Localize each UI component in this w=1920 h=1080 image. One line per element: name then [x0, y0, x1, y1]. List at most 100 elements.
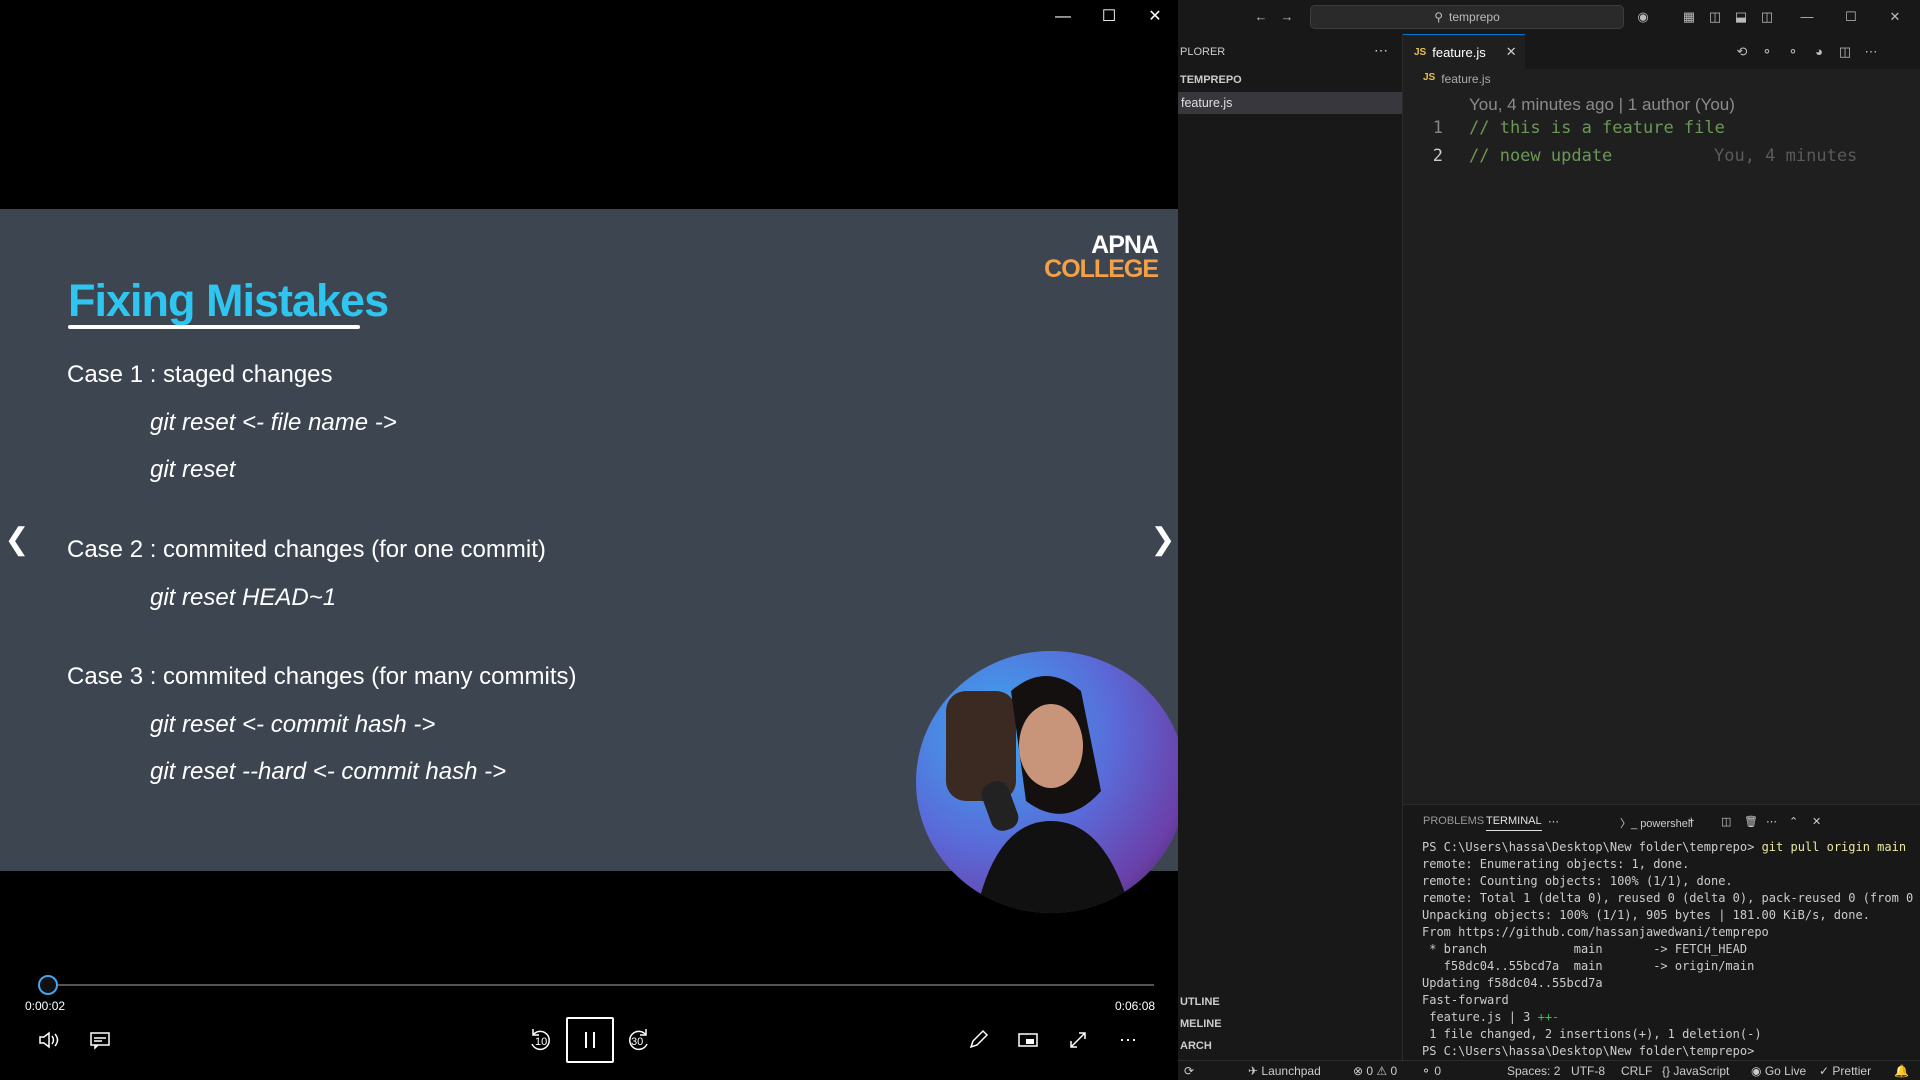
editor-more-icon[interactable]: ⋯	[1862, 43, 1880, 61]
stat-minus: -	[1552, 1010, 1560, 1024]
toggle-panel-icon[interactable]: ⬓	[1732, 8, 1750, 26]
pause-icon	[585, 1032, 595, 1048]
more-options-icon[interactable]: ⋯	[1110, 1022, 1146, 1058]
notifications-bell-icon[interactable]: 🔔	[1894, 1064, 1909, 1078]
terminal-prompt: PS C:\Users\hassa\Desktop\New folder\tem…	[1422, 840, 1755, 854]
captions-icon[interactable]	[82, 1022, 118, 1058]
breadcrumb-file[interactable]: feature.js	[1441, 72, 1490, 86]
search-section[interactable]: ARCH	[1180, 1040, 1212, 1052]
next-chevron-icon[interactable]: ❯	[1148, 520, 1178, 560]
outline-section[interactable]: UTLINE	[1180, 996, 1220, 1008]
encoding-status[interactable]: UTF-8	[1571, 1064, 1605, 1078]
kill-terminal-icon[interactable]: 🗑	[1744, 815, 1758, 828]
explorer-title: PLORER	[1180, 46, 1226, 58]
search-icon: ⚲	[1434, 10, 1444, 24]
ports-status[interactable]: ⚬ 0	[1421, 1064, 1441, 1078]
search-text: temprepo	[1449, 10, 1500, 24]
sync-icon[interactable]: ⟳	[1184, 1064, 1194, 1078]
fullscreen-icon[interactable]	[1060, 1022, 1096, 1058]
case-1-command-1: git reset <- file name ->	[150, 409, 397, 436]
bottom-panel: PROBLEMS TERMINAL ⋯ 〉_ powershell + ◫ 🗑 …	[1403, 804, 1920, 1060]
terminal-line: Unpacking objects: 100% (1/1), 905 bytes…	[1422, 908, 1870, 922]
split-editor-icon[interactable]: ◫	[1836, 43, 1854, 61]
gitlens-icon[interactable]: ◕	[1810, 43, 1828, 61]
prettier-status[interactable]: ✓ Prettier	[1819, 1064, 1871, 1078]
pause-button[interactable]	[566, 1017, 614, 1063]
problems-status[interactable]: ⊗ 0 ⚠ 0	[1353, 1064, 1397, 1078]
case-1-command-2: git reset	[150, 456, 236, 483]
apna-college-logo: APNA COLLEGE	[1044, 231, 1159, 282]
previous-chevron-icon[interactable]: ❮	[2, 520, 32, 560]
terminal-output[interactable]: PS C:\Users\hassa\Desktop\New folder\tem…	[1422, 839, 1917, 1060]
window-maximize-icon[interactable]: ☐	[1842, 8, 1860, 26]
code-line: // noew update	[1469, 146, 1613, 166]
explorer-file-feature-js[interactable]: feature.js	[1178, 92, 1402, 114]
toggle-sidebar-icon[interactable]: ◫	[1706, 8, 1724, 26]
maximize-panel-icon[interactable]: ⌃	[1789, 815, 1798, 828]
back-arrow-icon[interactable]: ←	[1252, 8, 1270, 26]
case-2-heading: Case 2 : commited changes (for one commi…	[67, 536, 546, 563]
copilot-icon[interactable]: ◉	[1634, 8, 1652, 26]
tab-problems[interactable]: PROBLEMS	[1423, 815, 1484, 827]
tab-terminal[interactable]: TERMINAL	[1486, 815, 1542, 831]
command-center-search[interactable]: ⚲ temprepo	[1310, 5, 1624, 29]
next-change-icon[interactable]: ⚬	[1784, 43, 1802, 61]
window-close-icon[interactable]: ✕	[1886, 8, 1904, 26]
terminal-line: 1 file changed, 2 insertions(+), 1 delet…	[1422, 1027, 1762, 1041]
terminal-shell[interactable]: 〉_ powershell	[1620, 815, 1693, 831]
logo-line-1: APNA	[1091, 231, 1159, 259]
rewind-10-button[interactable]: 10	[522, 1022, 558, 1058]
new-terminal-icon[interactable]: +	[1688, 815, 1694, 827]
presenter-webcam	[916, 651, 1186, 913]
shell-name: powershell	[1640, 818, 1693, 830]
launchpad-item[interactable]: ✈ Launchpad	[1248, 1064, 1321, 1078]
seek-bar[interactable]	[42, 984, 1154, 986]
volume-icon[interactable]	[31, 1022, 67, 1058]
close-button[interactable]: ✕	[1140, 6, 1170, 28]
indentation-status[interactable]: Spaces: 2	[1507, 1064, 1560, 1078]
explorer-more-icon[interactable]: ⋯	[1374, 42, 1388, 59]
split-terminal-icon[interactable]: ◫	[1721, 815, 1731, 828]
open-changes-icon[interactable]: ⟲	[1733, 43, 1751, 61]
panel-more-icon[interactable]: ⋯	[1548, 815, 1559, 828]
terminal-line: f58dc04..55bcd7a main -> origin/main	[1422, 959, 1755, 973]
customize-layout-icon[interactable]: ▦	[1680, 8, 1698, 26]
terminal-command: git pull origin main	[1761, 840, 1907, 854]
previous-change-icon[interactable]: ⚬	[1758, 43, 1776, 61]
git-blame-codelens[interactable]: You, 4 minutes ago | 1 author (You)	[1469, 95, 1735, 115]
tab-feature-js[interactable]: JS feature.js ✕	[1403, 34, 1525, 69]
terminal-command-line: PS C:\Users\hassa\Desktop\New folder\tem…	[1422, 839, 1917, 856]
media-player: — ☐ ✕ Fixing Mistakes APNA COLLEGE Case …	[0, 0, 1186, 1080]
error-count: 0	[1366, 1064, 1374, 1078]
eol-status[interactable]: CRLF	[1621, 1064, 1652, 1078]
window-minimize-icon[interactable]: —	[1798, 8, 1816, 26]
mini-player-icon[interactable]	[1010, 1022, 1046, 1058]
minimize-button[interactable]: —	[1048, 6, 1078, 28]
timeline-section[interactable]: MELINE	[1180, 1018, 1222, 1030]
tab-label: feature.js	[1432, 44, 1486, 60]
editor-tabs: JS feature.js ✕ ⟲ ⚬ ⚬ ◕ ◫ ⋯	[1403, 34, 1920, 69]
case-3-command-1: git reset <- commit hash ->	[150, 711, 436, 738]
language-status[interactable]: {} JavaScript	[1662, 1064, 1729, 1078]
toggle-secondary-sidebar-icon[interactable]: ◫	[1758, 8, 1776, 26]
forward-30-button[interactable]: 30	[621, 1022, 657, 1058]
forward-arrow-icon[interactable]: →	[1278, 8, 1296, 26]
title-bar: ← → ⚲ temprepo ◉ ▦ ◫ ⬓ ◫ — ☐ ✕	[1178, 0, 1920, 34]
close-panel-icon[interactable]: ✕	[1812, 815, 1821, 828]
terminal-icon: 〉_	[1620, 818, 1638, 830]
status-bar: ⟳ ✈ Launchpad ⊗ 0 ⚠ 0 ⚬ 0 Spaces: 2 UTF-…	[1178, 1060, 1920, 1080]
workspace-folder[interactable]: TEMPREPO	[1180, 74, 1242, 86]
title-underline	[68, 325, 360, 329]
pen-icon[interactable]	[960, 1022, 996, 1058]
maximize-button[interactable]: ☐	[1094, 6, 1124, 28]
panel-actions-more-icon[interactable]: ⋯	[1766, 815, 1777, 828]
slide-title: Fixing Mistakes	[68, 275, 389, 326]
tab-close-icon[interactable]: ✕	[1506, 44, 1517, 60]
go-live-status[interactable]: ◉ Go Live	[1751, 1064, 1806, 1078]
line-number: 1	[1432, 118, 1443, 138]
launchpad-label: Launchpad	[1261, 1064, 1321, 1078]
presenter-silhouette	[946, 676, 1131, 913]
seek-handle[interactable]	[37, 975, 58, 995]
code-editor[interactable]: You, 4 minutes ago | 1 author (You) 1 //…	[1403, 90, 1920, 800]
terminal-line: Updating f58dc04..55bcd7a	[1422, 976, 1603, 990]
